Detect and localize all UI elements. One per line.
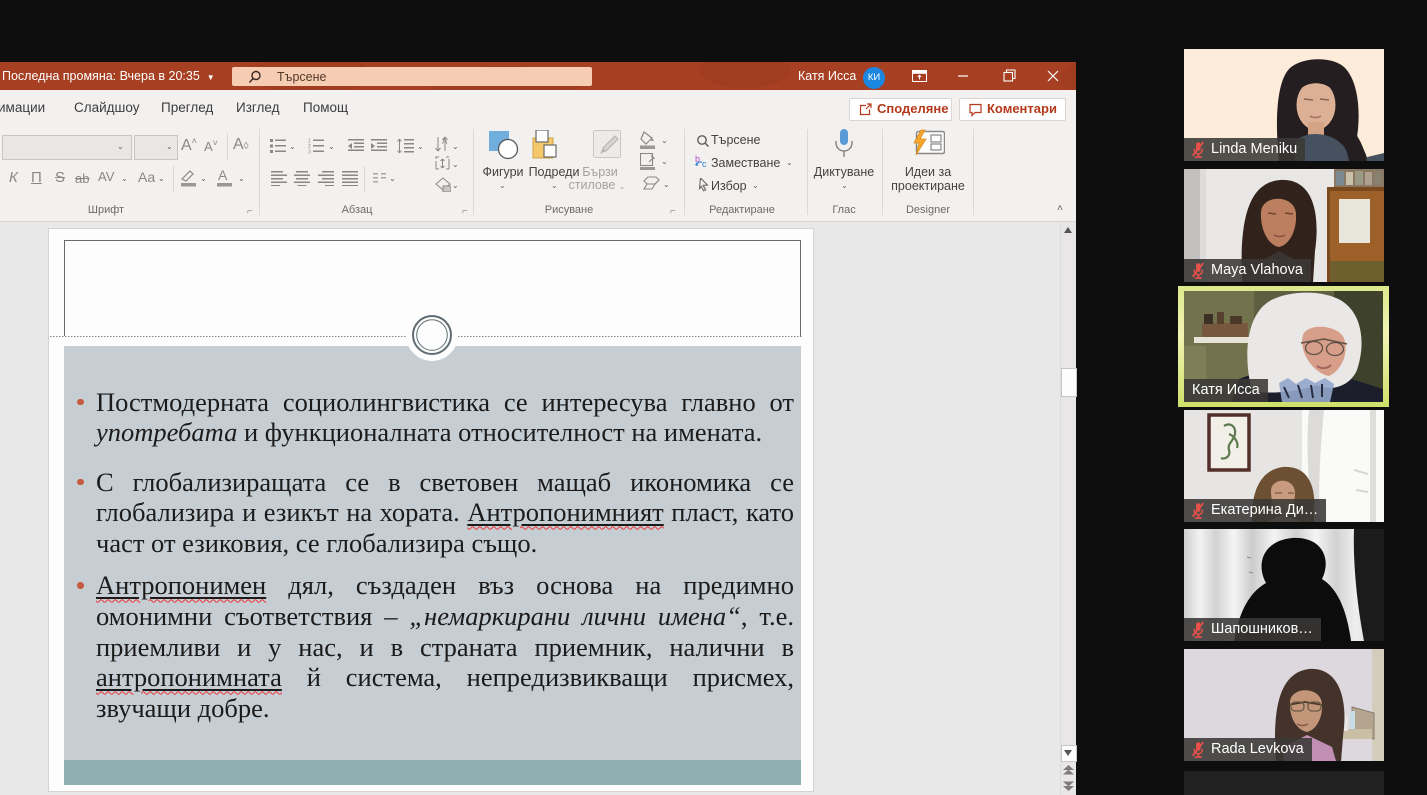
svg-text:3: 3 (308, 150, 311, 155)
svg-text:c: c (702, 159, 707, 169)
svg-text:А: А (218, 167, 228, 183)
svg-text:A: A (442, 137, 448, 146)
